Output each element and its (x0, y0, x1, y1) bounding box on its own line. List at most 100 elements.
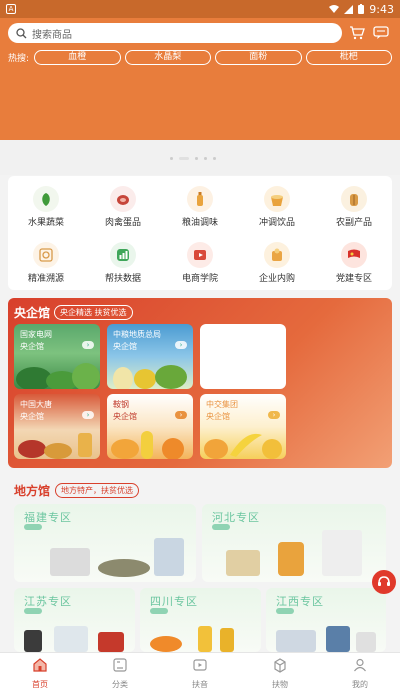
status-bar: A 9:43 (0, 0, 400, 18)
trace-icon (33, 242, 59, 268)
category-enterprise[interactable]: 企业内购 (239, 234, 315, 284)
arrow-icon (24, 524, 42, 530)
carousel-dot (204, 157, 207, 160)
search-input[interactable]: 搜索商品 (8, 23, 342, 43)
category-party[interactable]: 党建专区 (316, 234, 392, 284)
nav-category[interactable]: 分类 (80, 653, 160, 690)
enterprise-sub: 央企馆 (113, 342, 137, 351)
hot-tag[interactable]: 水晶梨 (124, 49, 211, 65)
zone-title: 河北专区 (212, 511, 260, 524)
central-enterprise-section: 央企馆 央企精选 扶贫优选 国家电网 央企馆 › 中粮地质总局 央企馆 › 中国… (8, 298, 392, 468)
category-icon (113, 658, 127, 672)
status-right: 9:43 (329, 3, 394, 16)
carousel-indicator (170, 157, 216, 160)
arrow-icon: › (82, 341, 94, 349)
oil-bottle-icon (187, 186, 213, 212)
vegetable-icon (33, 186, 59, 212)
arrow-icon: › (268, 411, 280, 419)
enterprise-card-blank[interactable] (200, 324, 286, 389)
category-grid: 水果蔬菜 肉禽蛋品 粮油调味 冲调饮品 农副产品 精准溯源 帮扶数据 电商学院 … (8, 176, 392, 290)
section-title: 地方馆 (14, 484, 51, 498)
message-icon[interactable] (372, 24, 390, 42)
category-support-data[interactable]: 帮扶数据 (85, 234, 161, 284)
carousel-dot (213, 157, 216, 160)
signal-icon (344, 4, 354, 14)
category-trace[interactable]: 精准溯源 (8, 234, 84, 284)
category-fruit-veg[interactable]: 水果蔬菜 (8, 178, 84, 228)
category-label: 精准溯源 (27, 274, 64, 284)
cart-icon[interactable] (348, 24, 366, 42)
arrow-icon: › (175, 341, 187, 349)
nav-label: 扶音 (192, 680, 208, 689)
products-image (24, 626, 124, 652)
local-title-row: 地方馆 地方特产，扶贫优选 (14, 482, 140, 499)
enterprise-card[interactable]: 中交集团 央企馆 › (200, 394, 286, 459)
data-chart-icon (110, 242, 136, 268)
search-row: 搜索商品 (8, 22, 392, 44)
category-label: 水果蔬菜 (27, 218, 64, 228)
bottom-nav: 首页 分类 扶音 扶物 我的 (0, 652, 400, 690)
category-meat-eggs[interactable]: 肉禽蛋品 (85, 178, 161, 228)
meat-icon (110, 186, 136, 212)
section-title: 央企馆 (14, 306, 51, 320)
carousel-dot (195, 157, 198, 160)
enterprise-sub: 央企馆 (206, 412, 230, 421)
customer-service-button[interactable] (372, 570, 396, 594)
category-grain-oil[interactable]: 粮油调味 (162, 178, 238, 228)
nav-label: 我的 (352, 680, 368, 689)
enterprise-name: 鞍钢 (113, 400, 129, 409)
hot-search-row: 热搜: 血橙 水晶梨 面粉 枇杷 (8, 49, 392, 65)
banana-image (204, 433, 282, 459)
products-image (226, 530, 362, 576)
enterprise-name: 中交集团 (206, 400, 238, 409)
enterprise-card[interactable]: 中粮地质总局 央企馆 › (107, 324, 193, 389)
carousel-dot (170, 157, 173, 160)
category-drinks[interactable]: 冲调饮品 (239, 178, 315, 228)
nav-profile[interactable]: 我的 (320, 653, 400, 690)
products-image (276, 626, 376, 652)
section-badge: 央企精选 扶贫优选 (54, 305, 133, 320)
category-label: 农副产品 (335, 218, 372, 228)
vegetables-image (16, 363, 100, 389)
clock: 9:43 (369, 2, 394, 16)
enterprise-sub: 央企馆 (113, 412, 137, 421)
enterprise-card[interactable]: 鞍钢 央企馆 › (107, 394, 193, 459)
enterprise-sub: 央企馆 (20, 412, 44, 421)
category-academy[interactable]: 电商学院 (162, 234, 238, 284)
category-label: 冲调饮品 (258, 218, 295, 228)
products-image (50, 538, 184, 577)
arrow-icon (276, 608, 294, 614)
video-icon (193, 659, 207, 671)
enterprise-sub: 央企馆 (20, 342, 44, 351)
zone-card-jiangxi[interactable]: 江西专区 (266, 588, 386, 652)
home-icon (33, 658, 47, 672)
battery-icon (358, 4, 365, 14)
notification-icon: A (6, 4, 16, 14)
nav-video[interactable]: 扶音 (160, 653, 240, 690)
arrow-icon (24, 608, 42, 614)
wifi-icon (329, 4, 340, 13)
zone-card-fujian[interactable]: 福建专区 (14, 504, 196, 582)
nav-label: 扶物 (272, 680, 288, 689)
enterprise-icon (264, 242, 290, 268)
hot-tag[interactable]: 枇杷 (305, 49, 392, 65)
category-farm-products[interactable]: 农副产品 (316, 178, 392, 228)
enterprise-card[interactable]: 国家电网 央企馆 › (14, 324, 100, 389)
hot-tag[interactable]: 血橙 (34, 49, 121, 65)
zone-card-hebei[interactable]: 河北专区 (202, 504, 386, 582)
search-placeholder: 搜索商品 (32, 29, 72, 41)
arrow-icon (150, 608, 168, 614)
goods-icon (274, 658, 286, 673)
search-icon (16, 27, 27, 38)
enterprise-name: 国家电网 (20, 330, 52, 339)
category-label: 党建专区 (335, 274, 372, 284)
zone-card-sichuan[interactable]: 四川专区 (140, 588, 261, 652)
nav-goods[interactable]: 扶物 (240, 653, 320, 690)
user-icon (354, 658, 366, 672)
nav-home[interactable]: 首页 (0, 653, 80, 690)
header: 搜索商品 热搜: 血橙 水晶梨 面粉 枇杷 (0, 18, 400, 140)
enterprise-card[interactable]: 中国大唐 央企馆 › (14, 394, 100, 459)
enterprise-name: 中国大唐 (20, 400, 52, 409)
zone-card-jiangsu[interactable]: 江苏专区 (14, 588, 135, 652)
hot-tag[interactable]: 面粉 (215, 49, 302, 65)
